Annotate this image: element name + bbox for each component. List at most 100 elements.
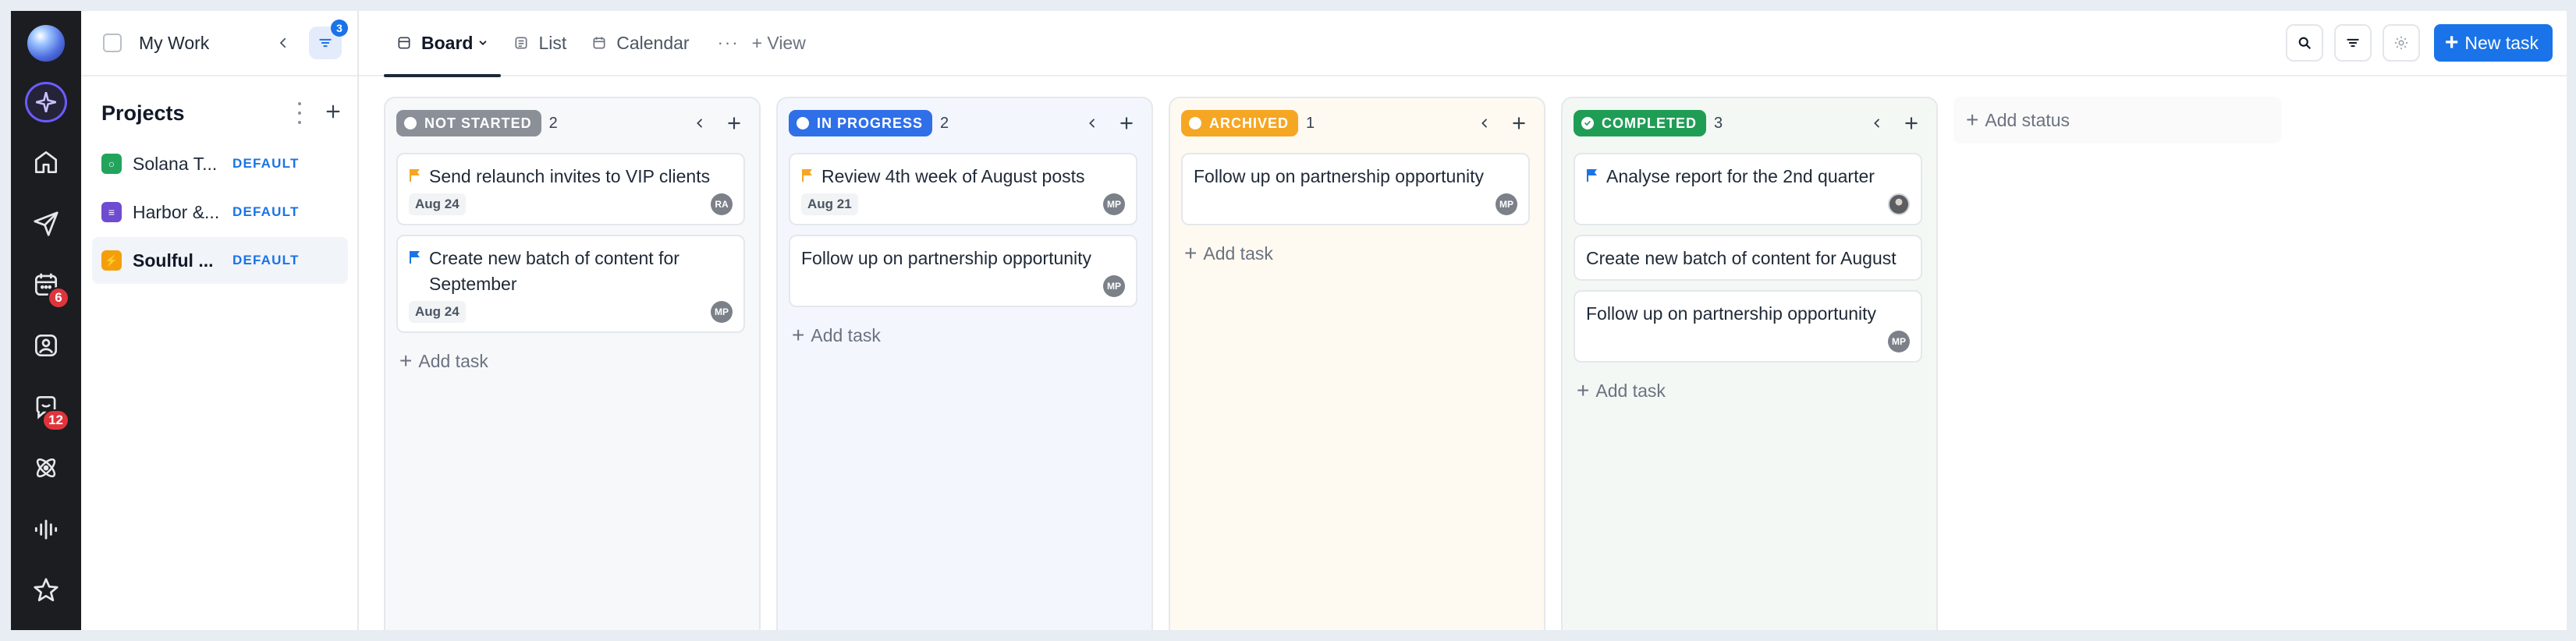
status-label: ARCHIVED [1209, 115, 1290, 131]
task-meta: Aug 24 MP [409, 300, 733, 324]
gallery-icon[interactable] [24, 324, 68, 367]
task-card[interactable]: Follow up on partnership opportunity MP [789, 235, 1137, 307]
project-name: Soulful ... [133, 250, 214, 271]
status-label: NOT STARTED [424, 115, 532, 131]
add-card-icon[interactable] [1904, 115, 1919, 131]
new-task-label: New task [2464, 32, 2539, 53]
add-project-icon[interactable] [325, 103, 342, 124]
tab-calendar[interactable]: Calendar [579, 11, 701, 76]
send-icon[interactable] [24, 203, 68, 245]
add-task-label: Add task [1203, 243, 1273, 264]
plus-icon: + [1184, 241, 1198, 265]
ai-sparkle-icon[interactable] [25, 81, 67, 123]
search-button[interactable] [2285, 24, 2323, 62]
assignee-avatar[interactable]: RA [711, 193, 733, 215]
tab-list-label: List [538, 32, 567, 53]
assignee-avatar[interactable]: MP [1103, 275, 1125, 297]
calendar-nav-icon[interactable]: 6 [24, 264, 69, 310]
filter-button[interactable] [2333, 24, 2372, 62]
more-views-button[interactable]: ··· [702, 33, 752, 53]
project-item-soulful[interactable]: ⚡ Soulful ... DEFAULT [92, 237, 348, 284]
assignee-photo-avatar[interactable] [1888, 193, 1910, 215]
task-card[interactable]: Analyse report for the 2nd quarter [1574, 153, 1922, 225]
task-card[interactable]: Send relaunch invites to VIP clients Aug… [396, 153, 745, 225]
status-pill[interactable]: NOT STARTED [396, 110, 541, 136]
tab-board[interactable]: Board [384, 11, 502, 77]
task-title: Follow up on partnership opportunity [1194, 166, 1485, 186]
project-sidebar: My Work 3 Projects ○ Solana T... DEFAULT… [81, 11, 359, 630]
collapse-column-icon[interactable] [1086, 117, 1098, 129]
task-card[interactable]: Create new batch of content for August [1574, 235, 1922, 281]
task-card[interactable]: Review 4th week of August posts Aug 21 M… [789, 153, 1137, 225]
task-title: Send relaunch invites to VIP clients [429, 166, 711, 186]
assignee-avatar[interactable]: MP [1888, 331, 1910, 352]
priority-flag-icon [1587, 169, 1597, 182]
add-task-button[interactable]: + Add task [396, 342, 745, 380]
audio-wave-icon[interactable] [24, 508, 68, 550]
task-title-row: Create new batch of content for August [1586, 246, 1910, 271]
add-card-icon[interactable] [726, 115, 742, 131]
collapse-column-icon[interactable] [1871, 117, 1883, 129]
add-task-label: Add task [418, 350, 488, 371]
column-controls [1086, 115, 1137, 131]
column-header: ARCHIVED 1 [1181, 108, 1530, 139]
column-controls [1478, 115, 1530, 131]
settings-button[interactable] [2382, 24, 2420, 62]
collapse-sidebar-icon[interactable] [271, 31, 295, 55]
task-title: Analyse report for the 2nd quarter [1606, 166, 1875, 186]
add-status-button[interactable]: + Add status [1953, 97, 2281, 143]
projects-more-icon[interactable] [295, 102, 304, 124]
task-card[interactable]: Follow up on partnership opportunity MP [1181, 153, 1530, 225]
column-count: 1 [1306, 114, 1315, 132]
workspace-logo[interactable] [27, 25, 65, 62]
task-card[interactable]: Follow up on partnership opportunity MP [1574, 290, 1922, 363]
add-card-icon[interactable] [1119, 115, 1134, 131]
left-rail: 6 12 [11, 11, 81, 630]
project-default-tag: DEFAULT [232, 156, 300, 171]
calendar-badge: 6 [48, 287, 69, 310]
tab-board-label: Board [421, 32, 474, 53]
add-task-label: Add task [1595, 380, 1666, 401]
home-icon[interactable] [24, 141, 68, 183]
project-solana-icon: ○ [101, 154, 122, 174]
add-task-button[interactable]: + Add task [1574, 372, 1922, 409]
project-name: Harbor &... [133, 201, 220, 222]
atom-icon[interactable] [24, 447, 68, 489]
add-task-button[interactable]: + Add task [789, 317, 1137, 354]
status-pill[interactable]: COMPLETED [1574, 110, 1707, 136]
sidebar-filter-button[interactable]: 3 [309, 19, 348, 59]
plus-icon: + [792, 323, 805, 347]
assignee-avatar[interactable]: MP [1103, 193, 1125, 215]
tab-calendar-label: Calendar [616, 32, 690, 53]
projects-title: Projects [101, 101, 185, 125]
my-work-link[interactable]: My Work [139, 33, 271, 54]
star-icon[interactable] [24, 569, 68, 611]
add-card-icon[interactable] [1511, 115, 1527, 131]
task-meta: Aug 21 MP [801, 193, 1125, 216]
project-item-harbor[interactable]: ≡ Harbor &... DEFAULT [92, 189, 348, 236]
task-card[interactable]: Create new batch of content for Septembe… [396, 235, 745, 333]
status-pill[interactable]: ARCHIVED [1181, 110, 1299, 136]
assignee-avatar[interactable]: MP [1496, 193, 1517, 215]
status-pill[interactable]: IN PROGRESS [789, 110, 933, 136]
collapse-column-icon[interactable] [1478, 117, 1491, 129]
search-icon [2298, 37, 2311, 49]
task-title: Follow up on partnership opportunity [801, 248, 1092, 268]
list-icon [515, 37, 527, 49]
task-title: Create new batch of content for August [1586, 248, 1897, 268]
add-task-button[interactable]: + Add task [1181, 235, 1530, 272]
collapse-column-icon[interactable] [694, 117, 706, 129]
assignee-avatar[interactable]: MP [711, 301, 733, 323]
chat-icon[interactable]: 12 [24, 386, 69, 431]
project-item-solana[interactable]: ○ Solana T... DEFAULT [92, 140, 348, 187]
column-controls [694, 115, 745, 131]
filter-icon [2347, 38, 2359, 48]
task-title-row: Send relaunch invites to VIP clients [409, 164, 733, 189]
projects-header: Projects [81, 87, 357, 139]
add-view-button[interactable]: + View [752, 33, 806, 54]
priority-flag-icon [802, 169, 812, 182]
new-task-button[interactable]: + New task [2433, 24, 2553, 62]
task-title: Follow up on partnership opportunity [1586, 303, 1877, 324]
tab-list[interactable]: List [501, 11, 579, 76]
chevron-down-icon[interactable] [477, 37, 488, 48]
